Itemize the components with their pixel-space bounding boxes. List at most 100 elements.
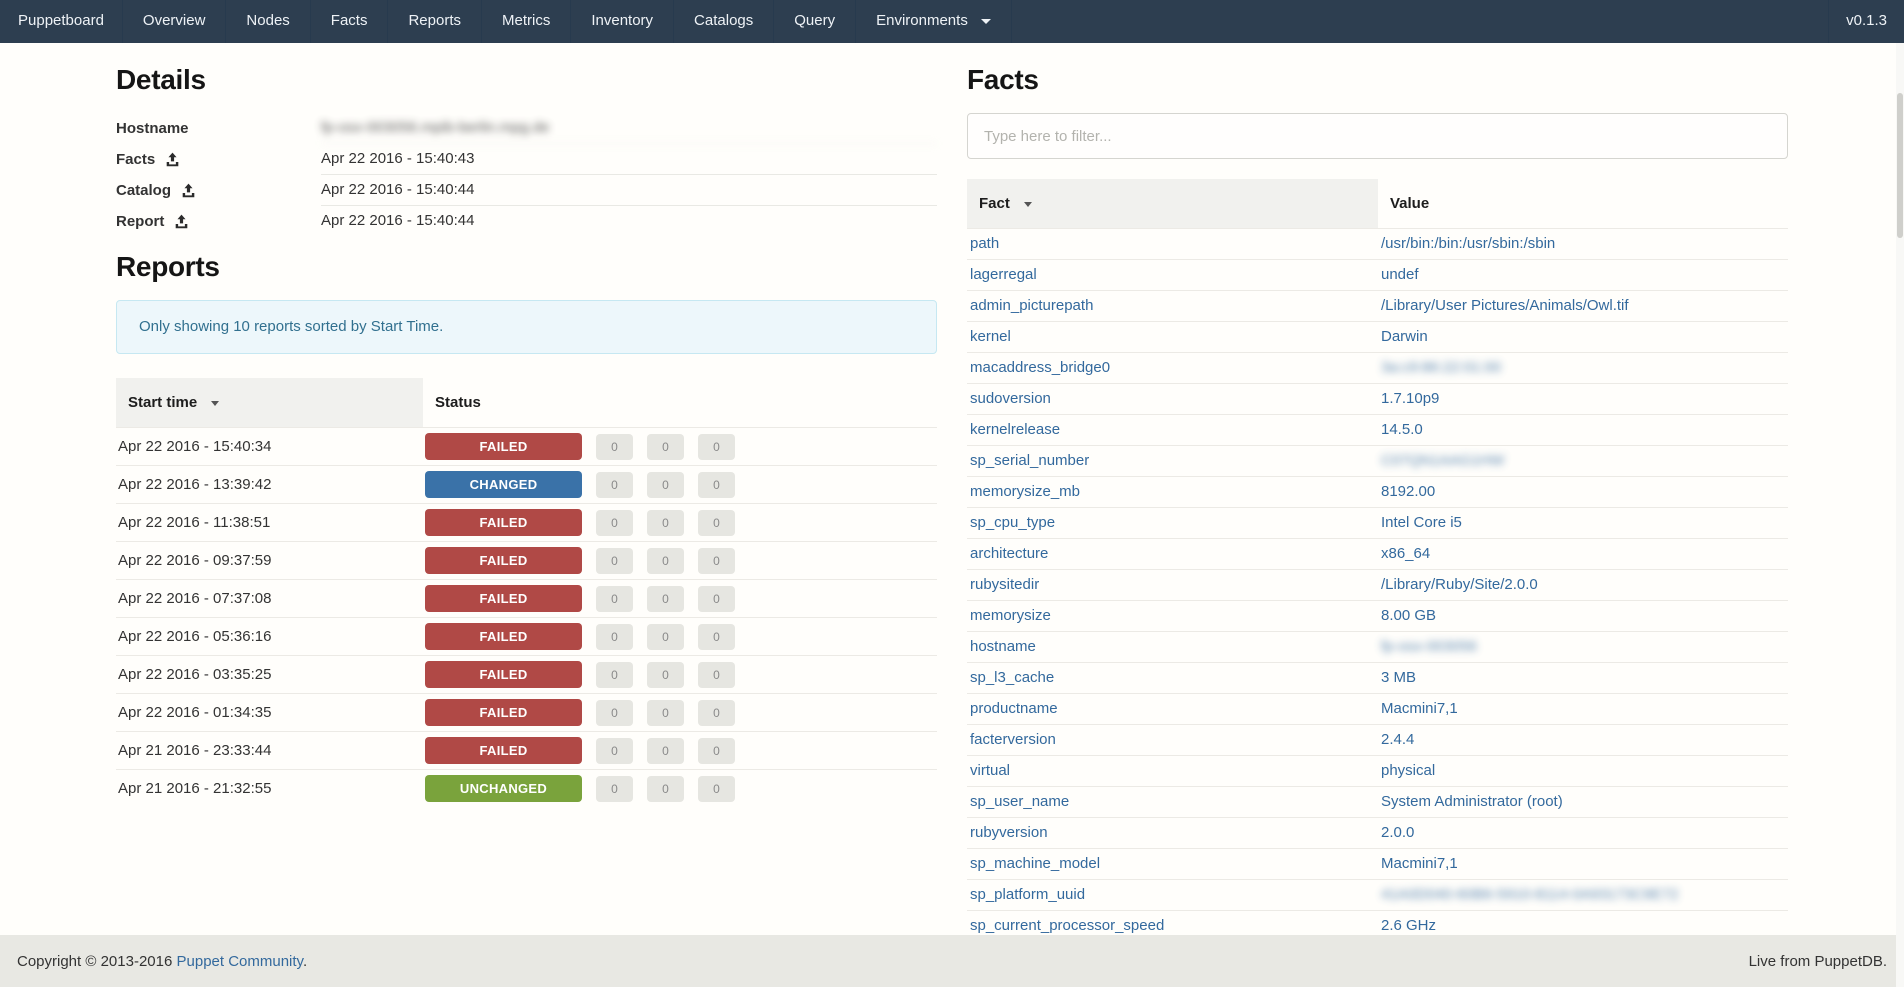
nav-item-catalogs[interactable]: Catalogs — [674, 0, 774, 43]
fact-value-link[interactable]: /Library/User Pictures/Animals/Owl.tif — [1381, 297, 1629, 314]
scrollbar-thumb[interactable] — [1897, 93, 1903, 238]
fact-name-link[interactable]: sp_l3_cache — [970, 669, 1054, 686]
status-badge[interactable]: FAILED — [425, 585, 582, 612]
fact-value-link[interactable]: 8192.00 — [1381, 483, 1435, 500]
fact-row: hostname fp-osx-003056 — [967, 632, 1788, 663]
facts-title: Facts — [967, 64, 1788, 96]
fact-name-cell: rubysitedir — [967, 570, 1378, 601]
sort-caret-down-icon — [1024, 202, 1032, 207]
nav-item-facts[interactable]: Facts — [311, 0, 389, 43]
fact-value-link[interactable]: C07QN1AAG1HW — [1381, 452, 1504, 469]
fact-name-link[interactable]: kernelrelease — [970, 421, 1060, 438]
fact-name-link[interactable]: memorysize — [970, 607, 1051, 624]
status-badge[interactable]: CHANGED — [425, 471, 582, 498]
fact-value-link[interactable]: physical — [1381, 762, 1435, 779]
fact-name-link[interactable]: rubysitedir — [970, 576, 1039, 593]
fact-name-link[interactable]: lagerregal — [970, 266, 1037, 283]
report-row: Apr 21 2016 - 23:33:44FAILED000 — [116, 732, 937, 770]
fact-name-link[interactable]: facterversion — [970, 731, 1056, 748]
status-badge[interactable]: FAILED — [425, 699, 582, 726]
status-badge[interactable]: UNCHANGED — [425, 775, 582, 802]
details-label-text: Report — [116, 213, 164, 230]
fact-name-link[interactable]: sp_platform_uuid — [970, 886, 1085, 903]
fact-name-link[interactable]: path — [970, 235, 999, 252]
status-badge[interactable]: FAILED — [425, 509, 582, 536]
count-badge: 0 — [596, 586, 633, 612]
fact-value-link[interactable]: undef — [1381, 266, 1419, 283]
fact-value-link[interactable]: Macmini7,1 — [1381, 700, 1458, 717]
fact-value-link[interactable]: Intel Core i5 — [1381, 514, 1462, 531]
fact-name-link[interactable]: kernel — [970, 328, 1011, 345]
status-badge[interactable]: FAILED — [425, 623, 582, 650]
fact-value-link[interactable]: fp-osx-003056 — [1381, 638, 1477, 655]
nav-item-query[interactable]: Query — [774, 0, 856, 43]
status-badge[interactable]: FAILED — [425, 433, 582, 460]
facts-filter-input[interactable] — [967, 113, 1788, 159]
scrollbar-track[interactable] — [1896, 43, 1904, 987]
facts-header-value[interactable]: Value — [1378, 179, 1788, 229]
fact-value-link[interactable]: /usr/bin:/bin:/usr/sbin:/sbin — [1381, 235, 1555, 252]
fact-value-link[interactable]: Darwin — [1381, 328, 1428, 345]
fact-name-cell: kernel — [967, 322, 1378, 353]
fact-value-link[interactable]: 8.00 GB — [1381, 607, 1436, 624]
fact-value-link[interactable]: 2.4.4 — [1381, 731, 1414, 748]
nav-item-inventory[interactable]: Inventory — [571, 0, 674, 43]
fact-row: memorysize_mb 8192.00 — [967, 477, 1788, 508]
fact-value-cell: 8192.00 — [1378, 477, 1788, 508]
fact-row: kernel Darwin — [967, 322, 1788, 353]
fact-value-link[interactable]: 41A0D040-60B6-5910-8114-0A93173C9E72 — [1381, 886, 1678, 903]
details-label: Facts — [116, 144, 321, 175]
report-status-cell: FAILED000 — [423, 694, 937, 732]
fact-value-link[interactable]: x86_64 — [1381, 545, 1430, 562]
fact-value-link[interactable]: 3a:c9:86:22:01:00 — [1381, 359, 1501, 376]
nav-item-environments[interactable]: Environments — [856, 0, 1012, 43]
fact-name-link[interactable]: memorysize_mb — [970, 483, 1080, 500]
fact-name-cell: sp_platform_uuid — [967, 880, 1378, 911]
fact-name-link[interactable]: rubyversion — [970, 824, 1048, 841]
fact-name-link[interactable]: sp_current_processor_speed — [970, 917, 1164, 934]
fact-row: virtual physical — [967, 756, 1788, 787]
navbar-brand[interactable]: Puppetboard — [0, 0, 123, 43]
fact-value-link[interactable]: 2.0.0 — [1381, 824, 1414, 841]
fact-value-link[interactable]: 3 MB — [1381, 669, 1416, 686]
fact-name-link[interactable]: virtual — [970, 762, 1010, 779]
count-badge: 0 — [698, 624, 735, 650]
facts-sort-header-fact[interactable]: Fact — [967, 179, 1378, 229]
fact-row: rubyversion 2.0.0 — [967, 818, 1788, 849]
fact-name-cell: facterversion — [967, 725, 1378, 756]
fact-value-link[interactable]: 1.7.10p9 — [1381, 390, 1439, 407]
fact-name-cell: sp_user_name — [967, 787, 1378, 818]
fact-row: path/usr/bin:/bin:/usr/sbin:/sbin — [967, 229, 1788, 260]
fact-name-link[interactable]: productname — [970, 700, 1058, 717]
fact-name-link[interactable]: sudoversion — [970, 390, 1051, 407]
fact-value-link[interactable]: 2.6 GHz — [1381, 917, 1436, 934]
nav-item-nodes[interactable]: Nodes — [226, 0, 310, 43]
fact-name-link[interactable]: sp_serial_number — [970, 452, 1089, 469]
fact-name-link[interactable]: sp_machine_model — [970, 855, 1100, 872]
fact-row: memorysize 8.00 GB — [967, 601, 1788, 632]
fact-name-link[interactable]: architecture — [970, 545, 1048, 562]
fact-value-link[interactable]: System Administrator (root) — [1381, 793, 1563, 810]
status-badge[interactable]: FAILED — [425, 547, 582, 574]
nav-item-overview[interactable]: Overview — [123, 0, 227, 43]
fact-name-link[interactable]: sp_cpu_type — [970, 514, 1055, 531]
fact-name-link[interactable]: admin_picturepath — [970, 297, 1093, 314]
nav-item-metrics[interactable]: Metrics — [482, 0, 571, 43]
nav-item-reports[interactable]: Reports — [388, 0, 482, 43]
fact-value-link[interactable]: 14.5.0 — [1381, 421, 1423, 438]
puppet-community-link[interactable]: Puppet Community — [177, 953, 303, 970]
count-badge: 0 — [596, 434, 633, 460]
report-row: Apr 21 2016 - 21:32:55UNCHANGED000 — [116, 770, 937, 808]
reports-header-status[interactable]: Status — [423, 378, 937, 428]
reports-sort-header-start-time[interactable]: Start time — [116, 378, 423, 428]
fact-value-link[interactable]: /Library/Ruby/Site/2.0.0 — [1381, 576, 1538, 593]
fact-name-link[interactable]: hostname — [970, 638, 1036, 655]
fact-value-link[interactable]: Macmini7,1 — [1381, 855, 1458, 872]
fact-name-cell: sp_cpu_type — [967, 508, 1378, 539]
fact-row: sp_user_name System Administrator (root) — [967, 787, 1788, 818]
fact-row: sp_l3_cache 3 MB — [967, 663, 1788, 694]
fact-name-link[interactable]: sp_user_name — [970, 793, 1069, 810]
fact-name-link[interactable]: macaddress_bridge0 — [970, 359, 1110, 376]
status-badge[interactable]: FAILED — [425, 661, 582, 688]
status-badge[interactable]: FAILED — [425, 737, 582, 764]
